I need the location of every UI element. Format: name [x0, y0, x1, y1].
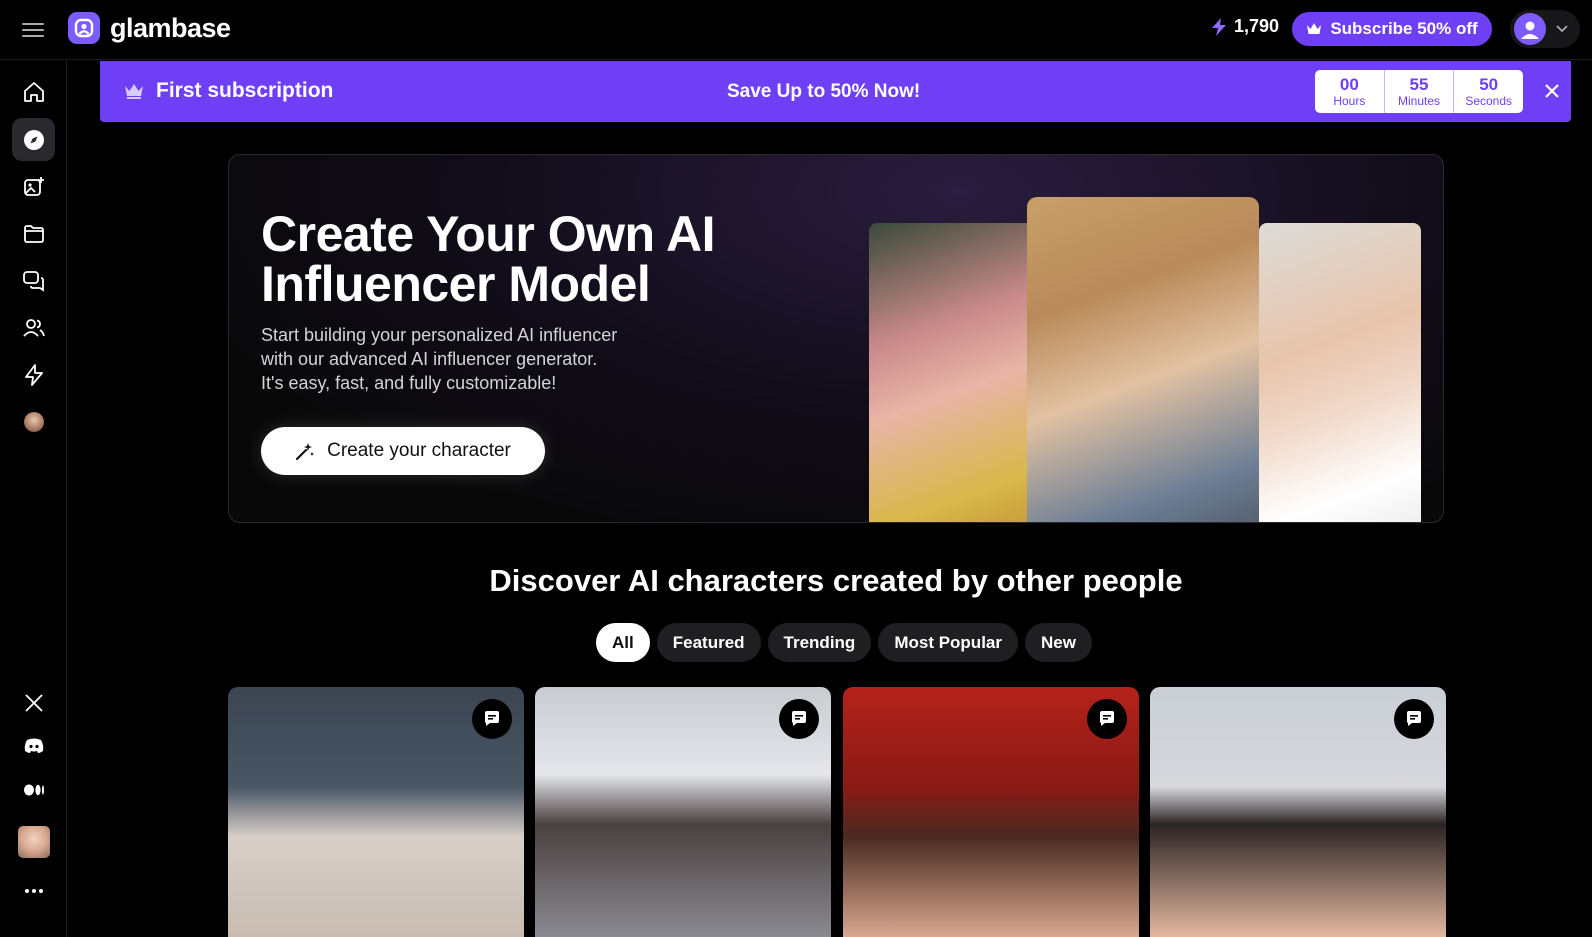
- character-card[interactable]: [228, 687, 524, 937]
- logo[interactable]: glambase: [68, 12, 231, 44]
- tab-featured[interactable]: Featured: [656, 623, 761, 662]
- sidebar-item-collection[interactable]: [12, 212, 55, 255]
- credits-value: 1,790: [1234, 16, 1280, 36]
- profile-avatar: [17, 825, 50, 858]
- credits-balance[interactable]: 1,790: [1210, 16, 1279, 37]
- timer-hours: 00 Hours: [1315, 70, 1385, 113]
- crown-icon: [1307, 23, 1322, 34]
- top-bar: glambase 1,790 Subscribe 50% off: [0, 0, 1592, 60]
- hero-sub-line3: It's easy, fast, and fully customizable!: [261, 373, 557, 393]
- tab-most-popular[interactable]: Most Popular: [878, 623, 1018, 662]
- chat-icon[interactable]: [1087, 699, 1127, 739]
- character-card[interactable]: [535, 687, 831, 937]
- sidebar-item-medium[interactable]: [12, 768, 55, 811]
- chat-icon[interactable]: [472, 699, 512, 739]
- hero-sub-line1: Start building your personalized AI infl…: [261, 325, 618, 345]
- tab-trending[interactable]: Trending: [767, 623, 872, 662]
- folder-icon: [23, 224, 44, 243]
- promo-banner: First subscription Save Up to 50% Now! 0…: [100, 61, 1571, 122]
- medium-icon: [23, 784, 44, 795]
- sidebar-item-characters[interactable]: [12, 306, 55, 349]
- hero-subtitle: Start building your personalized AI infl…: [261, 323, 681, 395]
- sidebar-item-more[interactable]: [12, 869, 55, 912]
- sidebar-item-x[interactable]: [12, 681, 55, 724]
- sidebar-item-profile[interactable]: [12, 820, 55, 863]
- timer-seconds: 50 Seconds: [1454, 70, 1523, 113]
- bolt-icon: [1212, 17, 1226, 36]
- character-card[interactable]: [843, 687, 1139, 937]
- brand-name: glambase: [110, 12, 231, 43]
- sidebar-item-credits[interactable]: [12, 353, 55, 396]
- filter-tabs: All Featured Trending Most Popular New: [596, 623, 1092, 662]
- hero-title-line1: Create Your Own AI: [261, 206, 716, 262]
- create-character-button[interactable]: Create your character: [261, 427, 545, 475]
- discover-title: Discover AI characters created by other …: [489, 563, 1183, 598]
- timer-seconds-label: Seconds: [1465, 93, 1513, 108]
- home-icon: [23, 81, 44, 102]
- compass-icon: [23, 129, 44, 150]
- hero-image-model-1: [869, 223, 1039, 522]
- promo-title: First subscription: [156, 79, 334, 102]
- chat-bubbles-icon: [22, 270, 44, 292]
- discord-icon: [24, 738, 43, 753]
- chat-icon[interactable]: [779, 699, 819, 739]
- timer-minutes-label: Minutes: [1397, 93, 1441, 108]
- character-card[interactable]: [1150, 687, 1446, 937]
- x-icon: [24, 693, 43, 712]
- hero-title-line2: Influencer Model: [261, 256, 651, 312]
- sidebar-item-explore[interactable]: [12, 118, 55, 161]
- hero-image-model-3: [1259, 223, 1421, 522]
- image-add-icon: [23, 176, 44, 196]
- chat-icon[interactable]: [1394, 699, 1434, 739]
- hero-title: Create Your Own AI Influencer Model: [261, 209, 821, 309]
- sparkle-icon: [296, 443, 315, 461]
- sidebar-item-home[interactable]: [12, 70, 55, 113]
- close-icon[interactable]: [1540, 79, 1564, 103]
- hamburger-menu-icon[interactable]: [20, 17, 46, 43]
- bolt-icon: [24, 363, 43, 386]
- hero-card: Create Your Own AI Influencer Model Star…: [228, 154, 1444, 523]
- sidebar-item-create-image[interactable]: [12, 165, 55, 208]
- timer-seconds-value: 50: [1479, 74, 1499, 94]
- promo-headline: Save Up to 50% Now!: [727, 81, 921, 102]
- character-avatar: [23, 411, 44, 432]
- tab-new[interactable]: New: [1024, 623, 1092, 662]
- logo-mark-icon: [68, 12, 100, 44]
- sidebar-item-my-character[interactable]: [12, 400, 55, 443]
- timer-hours-value: 00: [1339, 74, 1359, 94]
- promo-title-group: First subscription: [124, 79, 333, 103]
- countdown-timer: 00 Hours 55 Minutes 50 Seconds: [1315, 70, 1523, 113]
- create-character-label: Create your character: [327, 440, 511, 461]
- more-dots-icon: [24, 888, 43, 893]
- hero-sub-line2: with our advanced AI influencer generato…: [261, 349, 598, 369]
- sidebar-item-discord[interactable]: [12, 724, 55, 767]
- chevron-down-icon: [1556, 25, 1568, 33]
- sidebar: [0, 61, 67, 937]
- timer-minutes-value: 55: [1409, 74, 1429, 94]
- user-avatar-icon: [1514, 13, 1546, 45]
- timer-minutes: 55 Minutes: [1385, 70, 1455, 113]
- timer-hours-label: Hours: [1333, 93, 1366, 108]
- subscribe-label: Subscribe 50% off: [1330, 19, 1478, 38]
- crown-icon: [125, 84, 143, 99]
- hero-image-model-2: [1027, 197, 1259, 522]
- tab-all[interactable]: All: [596, 623, 650, 662]
- user-menu[interactable]: [1510, 10, 1580, 48]
- users-icon: [22, 318, 45, 337]
- sidebar-item-chats[interactable]: [12, 259, 55, 302]
- subscribe-button[interactable]: Subscribe 50% off: [1292, 12, 1492, 46]
